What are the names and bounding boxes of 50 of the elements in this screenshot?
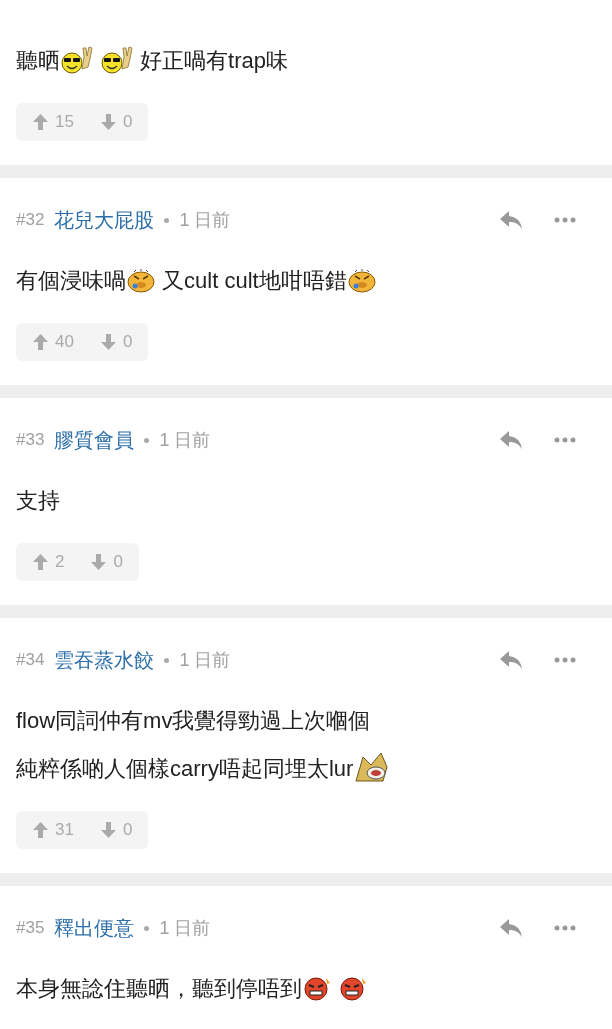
author-link[interactable]: 釋出便意 bbox=[54, 913, 135, 943]
downvote-icon[interactable] bbox=[99, 821, 117, 839]
comment-text: 支持 bbox=[16, 486, 60, 515]
more-icon[interactable] bbox=[554, 925, 576, 931]
upvote-icon[interactable] bbox=[32, 553, 49, 571]
comment-text: 好正喎有trap味 bbox=[139, 46, 289, 75]
comment-text: 聽晒 bbox=[16, 46, 60, 75]
downvote-count: 0 bbox=[122, 819, 133, 842]
crying-face-icon bbox=[346, 267, 377, 293]
author-link[interactable]: 花兒大屁股 bbox=[54, 205, 155, 235]
sunglasses-smiley-icon bbox=[60, 45, 94, 75]
upvote-count: 31 bbox=[55, 819, 74, 842]
upvote-icon[interactable] bbox=[32, 333, 49, 351]
downvote-count: 0 bbox=[122, 111, 133, 134]
reply-icon[interactable] bbox=[498, 917, 524, 939]
post-time: 1 日前 bbox=[159, 428, 211, 452]
author-link[interactable]: 雲吞蒸水餃 bbox=[54, 645, 155, 675]
crying-face-icon bbox=[126, 267, 156, 293]
reply-icon[interactable] bbox=[498, 209, 524, 231]
post-number: #34 bbox=[16, 649, 45, 672]
downvote-icon[interactable] bbox=[99, 333, 117, 351]
post-number: #35 bbox=[16, 917, 45, 940]
upvote-icon[interactable] bbox=[32, 113, 49, 131]
angry-face-icon bbox=[338, 974, 368, 1002]
upvote-count: 15 bbox=[55, 111, 74, 134]
author-link[interactable]: 膠質會員 bbox=[54, 425, 135, 455]
downvote-icon[interactable] bbox=[99, 113, 117, 131]
downvote-icon[interactable] bbox=[90, 553, 108, 571]
comment-text: 本身無諗住聽晒，聽到停唔到 bbox=[16, 974, 302, 1003]
post-number: #32 bbox=[16, 209, 45, 232]
comment-text: flow同詞仲有mv我覺得勁過上次嗰個 bbox=[16, 706, 371, 735]
reply-icon[interactable] bbox=[498, 649, 524, 671]
comment-text: 純粹係啲人個樣carry唔起同埋太lur bbox=[16, 754, 354, 783]
sunglasses-smiley-icon bbox=[100, 45, 134, 75]
upvote-count: 2 bbox=[55, 551, 65, 574]
reply-icon[interactable] bbox=[498, 429, 524, 451]
more-icon[interactable] bbox=[554, 437, 576, 443]
downvote-count: 0 bbox=[113, 551, 123, 574]
more-icon[interactable] bbox=[554, 217, 576, 223]
comment-text: 又cult cult地咁唔錯 bbox=[161, 266, 347, 295]
downvote-count: 0 bbox=[122, 331, 133, 354]
post-time: 1 日前 bbox=[179, 208, 231, 232]
post-number: #33 bbox=[16, 429, 45, 452]
upvote-count: 40 bbox=[55, 331, 74, 354]
comment-text: 有個浸味喎 bbox=[16, 266, 126, 295]
post-time: 1 日前 bbox=[179, 648, 231, 672]
upvote-icon[interactable] bbox=[32, 821, 49, 839]
more-icon[interactable] bbox=[554, 657, 576, 663]
post-time: 1 日前 bbox=[159, 916, 211, 940]
angry-face-icon bbox=[302, 974, 332, 1002]
